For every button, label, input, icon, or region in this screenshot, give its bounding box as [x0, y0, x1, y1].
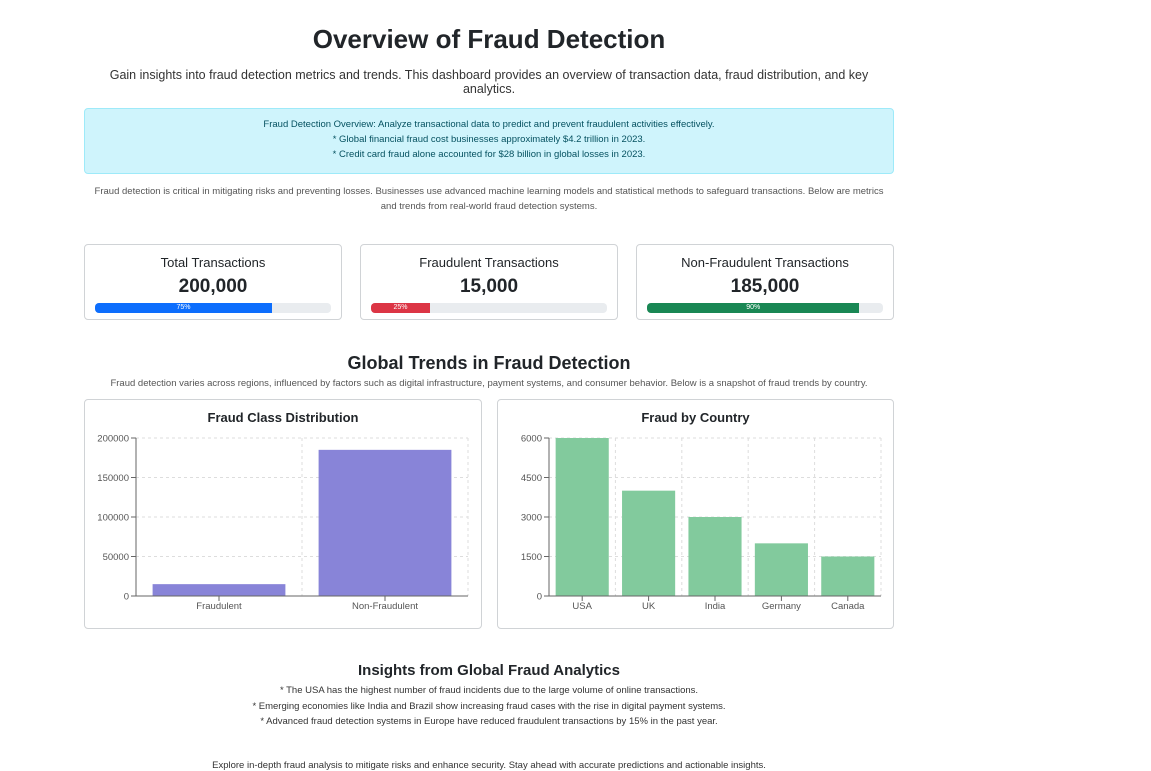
intro-text: Fraud detection is critical in mitigatin…	[94, 186, 884, 212]
bar-usa	[555, 438, 609, 596]
y-tick-label: 150000	[97, 473, 129, 484]
trends-description: Fraud detection varies across regions, i…	[110, 378, 868, 389]
progress-track: 90%	[647, 303, 883, 313]
progress-bar: 90%	[647, 303, 860, 313]
y-tick-label: 200000	[97, 434, 129, 445]
progress-bar: 75%	[95, 303, 272, 313]
charts-row: Fraud Class Distribution 0 50000 100000 150…	[84, 399, 894, 629]
chart-title: Fraud Class Distribution	[207, 410, 359, 425]
progress-bar: 25%	[371, 303, 430, 313]
metric-title: Fraudulent Transactions	[419, 255, 559, 270]
x-tick-label: Germany	[762, 601, 801, 612]
x-tick-label: UK	[642, 601, 656, 612]
x-tick-label: Canada	[831, 601, 865, 612]
chart-card-fraud-by-country: Fraud by Country 0 1500 3000 4500 6000 USA UK I…	[497, 399, 894, 629]
y-tick-label: 4500	[521, 473, 542, 484]
bar-india	[688, 517, 742, 596]
metric-card-fraudulent: Fraudulent Transactions 15,000 25%	[360, 244, 618, 320]
alert-line: * Credit card fraud alone accounted for …	[332, 149, 646, 160]
bar-non-fraudulent	[318, 449, 452, 596]
metric-value: 185,000	[730, 276, 800, 297]
bar-fraudulent	[152, 584, 286, 596]
metric-card-total: Total Transactions 200,000 75%	[84, 244, 342, 320]
metric-title: Non-Fraudulent Transactions	[681, 255, 849, 270]
class-distribution-chart: 0 50000 100000 150000 200000 Fraudulent Non-Fr…	[97, 434, 469, 612]
insights-list: * The USA has the highest number of frau…	[84, 683, 894, 730]
y-tick-label: 50000	[103, 552, 129, 563]
dashboard: Overview of Fraud Detection Gain insight…	[84, 0, 894, 771]
trends-title: Global Trends in Fraud Detection	[347, 353, 631, 373]
y-tick-label: 6000	[521, 434, 542, 445]
bar-canada	[821, 556, 875, 596]
insights-title: Insights from Global Fraud Analytics	[358, 662, 620, 679]
y-tick-label: 3000	[521, 513, 542, 524]
y-tick-label: 100000	[97, 513, 129, 524]
insight-item: * Advanced fraud detection systems in Eu…	[260, 716, 718, 727]
insight-item: * Emerging economies like India and Braz…	[252, 700, 726, 712]
x-tick-label: Non-Fraudulent	[352, 601, 418, 612]
progress-track: 75%	[95, 303, 331, 313]
alert-line: * Global financial fraud cost businesses…	[332, 134, 646, 145]
progress-track: 25%	[371, 303, 607, 313]
x-tick-label: India	[705, 601, 726, 612]
x-tick-label: USA	[572, 601, 592, 612]
bar-germany	[754, 543, 808, 596]
y-tick-label: 0	[537, 592, 542, 603]
bar-uk	[622, 490, 676, 596]
fraud-by-country-chart: 0 1500 3000 4500 6000 USA UK India Germany Canada	[521, 434, 882, 612]
chart-title: Fraud by Country	[641, 410, 750, 425]
x-tick-label: Fraudulent	[196, 601, 242, 612]
footer-text: Explore in-depth fraud analysis to mitig…	[212, 759, 766, 771]
y-tick-label: 0	[124, 592, 129, 603]
metric-card-non-fraudulent: Non-Fraudulent Transactions 185,000 90%	[636, 244, 894, 320]
metric-value: 200,000	[178, 276, 248, 297]
metric-title: Total Transactions	[160, 255, 266, 270]
y-tick-label: 1500	[521, 552, 542, 563]
alert-line: Fraud Detection Overview: Analyze transa…	[263, 119, 715, 130]
info-alert: Fraud Detection Overview: Analyze transa…	[84, 108, 894, 174]
page-title: Overview of Fraud Detection	[312, 24, 666, 54]
metric-cards: Total Transactions 200,000 75% Fraudulen…	[84, 244, 894, 320]
metric-value: 15,000	[459, 276, 519, 297]
chart-card-class-distribution: Fraud Class Distribution 0 50000 100000 150…	[84, 399, 482, 629]
page-subtitle: Gain insights into fraud detection metri…	[109, 68, 869, 96]
insight-item: * The USA has the highest number of frau…	[279, 685, 699, 696]
